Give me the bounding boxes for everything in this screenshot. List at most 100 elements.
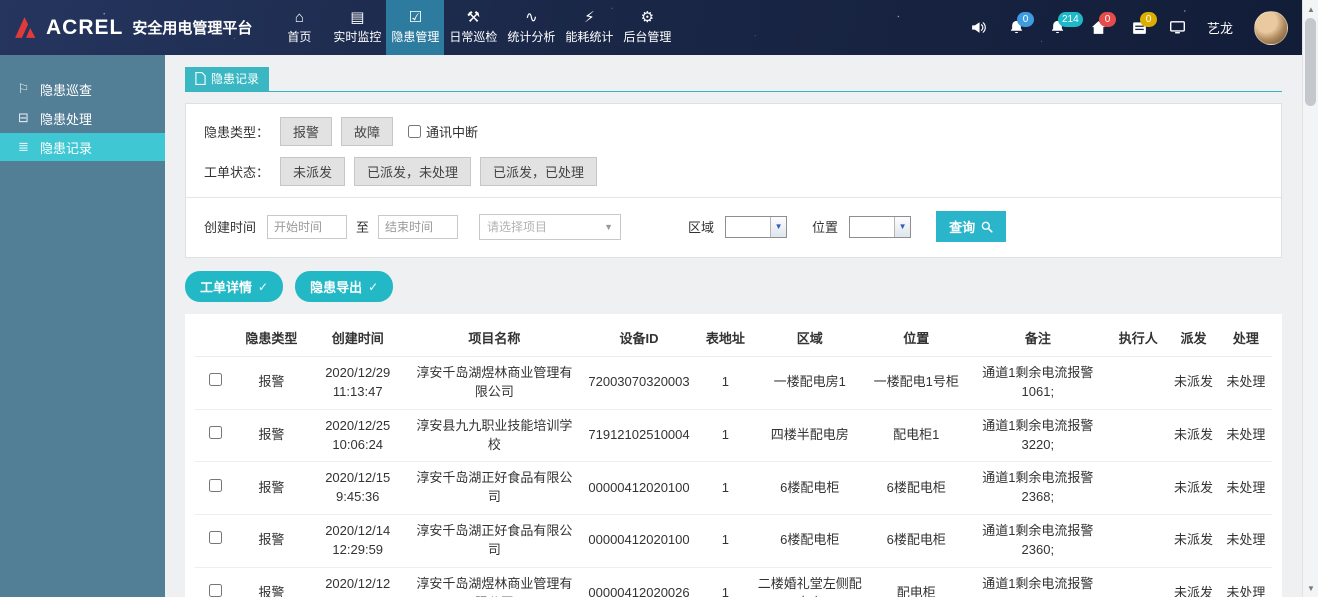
home-notification[interactable]: 0 bbox=[1090, 12, 1116, 36]
cell-position: 一楼配电1号柜 bbox=[866, 356, 967, 410]
notification-count-badge: 0 bbox=[1016, 12, 1034, 27]
nav-item-admin[interactable]: ⚙ 后台管理 bbox=[618, 0, 676, 55]
brand: ACREL 安全用电管理平台 bbox=[0, 0, 270, 55]
gear-icon: ⚙ bbox=[640, 9, 655, 26]
table-row: 报警 2020/12/29 11:13:47 淳安千岛湖煜林商业管理有限公司 72… bbox=[195, 356, 1272, 410]
nav-item-realtime[interactable]: ▤ 实时监控 bbox=[328, 0, 386, 55]
order-status-button-1[interactable]: 已派发，未处理 bbox=[354, 157, 472, 186]
project-select-placeholder: 请选择项目 bbox=[487, 220, 548, 234]
chevron-down-icon: ▼ bbox=[770, 216, 787, 237]
column-header: 派发 bbox=[1167, 318, 1220, 357]
cell-remark: 通道1剩余电流报警2368; bbox=[966, 461, 1110, 516]
row-checkbox[interactable] bbox=[208, 478, 222, 492]
hazard-export-button[interactable]: 隐患导出 ✓ bbox=[295, 271, 394, 302]
hazard-type-button-1[interactable]: 故障 bbox=[341, 117, 394, 146]
comm-interrupt-checkbox[interactable] bbox=[408, 125, 422, 138]
row-checkbox[interactable] bbox=[208, 531, 222, 545]
cell-remark: 通道1剩余电流报警1061; bbox=[966, 356, 1110, 410]
cell-hazard-type: 报警 bbox=[235, 461, 308, 516]
row-checkbox[interactable] bbox=[208, 373, 222, 387]
nav-item-hazard[interactable]: ☑ 隐患管理 bbox=[386, 0, 445, 55]
nav-item-inspection[interactable]: ⚒ 日常巡检 bbox=[444, 0, 502, 55]
order-detail-button[interactable]: 工单详情 ✓ bbox=[185, 271, 284, 302]
hazard-type-group: 报警 故障 bbox=[280, 117, 394, 146]
cell-device-id: 00000412020100 bbox=[580, 514, 698, 568]
cell-executor bbox=[1109, 356, 1168, 410]
scroll-up-arrow[interactable]: ▲ bbox=[1303, 1, 1318, 17]
row-checkbox[interactable] bbox=[208, 426, 222, 440]
cell-area: 6楼配电柜 bbox=[753, 461, 867, 516]
chevron-down-icon: ▼ bbox=[604, 221, 614, 232]
position-select[interactable]: ▼ bbox=[849, 215, 912, 238]
nav-item-energy[interactable]: ⚡ 能耗统计 bbox=[560, 0, 618, 55]
time-filter-row: 创建时间 至 请选择项目 ▼ 区域 ▼ 位置 ▼ 查询 bbox=[204, 211, 1263, 242]
top-navbar: ACREL 安全用电管理平台 ⌂ 首页 ▤ 实时监控 ☑ 隐患管理 ⚒ 日常巡检… bbox=[0, 0, 1302, 55]
nav-item-stats[interactable]: ∿ 统计分析 bbox=[502, 0, 560, 55]
notification-count-badge: 0 bbox=[1098, 12, 1116, 27]
hazard-type-button-0[interactable]: 报警 bbox=[280, 117, 333, 146]
flag-icon: ⚐ bbox=[17, 81, 30, 96]
speaker-icon[interactable] bbox=[970, 19, 987, 36]
query-button[interactable]: 查询 bbox=[936, 211, 1007, 242]
query-button-label: 查询 bbox=[949, 220, 976, 235]
column-header: 区域 bbox=[753, 318, 867, 357]
cell-position: 配电柜1 bbox=[866, 409, 967, 463]
filter-divider bbox=[186, 197, 1281, 198]
page-scrollbar[interactable]: ▲ ▼ bbox=[1302, 0, 1318, 597]
area-select[interactable]: ▼ bbox=[725, 215, 788, 238]
main-nav: ⌂ 首页 ▤ 实时监控 ☑ 隐患管理 ⚒ 日常巡检 ∿ 统计分析 ⚡ 能耗统计 … bbox=[270, 0, 676, 55]
filter-panel: 隐患类型： 报警 故障 通讯中断 工单状态： 未派发 已派发，未处理 已派发，已… bbox=[185, 103, 1282, 258]
cell-dispatch-status: 未派发 bbox=[1167, 461, 1220, 516]
sidebar-item-records[interactable]: ≣ 隐患记录 bbox=[0, 133, 165, 161]
start-time-input[interactable] bbox=[267, 214, 348, 239]
column-header: 位置 bbox=[866, 318, 967, 357]
project-select[interactable]: 请选择项目 ▼ bbox=[479, 213, 622, 240]
cell-meter-address: 1 bbox=[697, 461, 754, 516]
table-header-row: 隐患类型 创建时间 项目名称 设备ID 表地址 区域 位置 备注 执行人 派发 处理 bbox=[195, 318, 1272, 357]
cell-executor bbox=[1109, 514, 1168, 568]
cell-executor bbox=[1109, 567, 1168, 597]
nav-item-home[interactable]: ⌂ 首页 bbox=[270, 0, 328, 55]
page-root: ACREL 安全用电管理平台 ⌂ 首页 ▤ 实时监控 ☑ 隐患管理 ⚒ 日常巡检… bbox=[0, 0, 1318, 597]
cell-area: 二楼婚礼堂左侧配电房 bbox=[753, 567, 867, 597]
tab-hazard-records[interactable]: 隐患记录 bbox=[185, 67, 270, 91]
display-icon[interactable] bbox=[1169, 19, 1186, 36]
order-status-group: 未派发 已派发，未处理 已派发，已处理 bbox=[280, 157, 598, 186]
column-header: 表地址 bbox=[697, 318, 754, 357]
cell-process-status: 未处理 bbox=[1219, 514, 1272, 568]
energy-icon: ⚡ bbox=[584, 9, 595, 26]
comm-interrupt-option[interactable]: 通讯中断 bbox=[408, 122, 478, 141]
sidebar-item-patrol[interactable]: ⚐ 隐患巡查 bbox=[0, 75, 165, 103]
select-all-header bbox=[195, 318, 236, 357]
avatar[interactable] bbox=[1254, 10, 1288, 45]
cell-device-id: 71912102510004 bbox=[580, 409, 698, 463]
notification-count-badge: 214 bbox=[1057, 12, 1083, 27]
cell-dispatch-status: 未派发 bbox=[1167, 567, 1220, 597]
cell-meter-address: 1 bbox=[697, 409, 754, 463]
cell-dispatch-status: 未派发 bbox=[1167, 356, 1220, 410]
cell-remark: 通道1剩余电流报警3220; bbox=[966, 409, 1110, 463]
cell-device-id: 00000412020026 bbox=[580, 567, 698, 597]
bell-notification[interactable]: 0 bbox=[1008, 12, 1034, 36]
nav-item-label: 隐患管理 bbox=[391, 30, 440, 44]
nav-item-label: 日常巡检 bbox=[449, 30, 498, 44]
bell-notification[interactable]: 214 bbox=[1049, 12, 1083, 36]
cell-area: 6楼配电柜 bbox=[753, 514, 867, 568]
scrollbar-thumb[interactable] bbox=[1305, 18, 1316, 106]
hazard-table-panel: 隐患类型 创建时间 项目名称 设备ID 表地址 区域 位置 备注 执行人 派发 处理 报警 2020… bbox=[185, 314, 1282, 597]
row-checkbox[interactable] bbox=[208, 584, 222, 597]
calendar-notification[interactable]: 0 bbox=[1131, 12, 1157, 36]
end-time-input[interactable] bbox=[378, 214, 459, 239]
sidebar-item-handle[interactable]: ⊟ 隐患处理 bbox=[0, 104, 165, 132]
user-name[interactable]: 艺龙 bbox=[1207, 18, 1233, 37]
cell-meter-address: 1 bbox=[697, 514, 754, 568]
scroll-down-arrow[interactable]: ▼ bbox=[1303, 580, 1318, 596]
navbar-tray: 0 214 0 0 艺龙 bbox=[970, 0, 1302, 55]
order-status-button-0[interactable]: 未派发 bbox=[280, 157, 346, 186]
table-row: 报警 2020/12/129:36:57 淳安千岛湖煜林商业管理有限公司 000… bbox=[195, 567, 1272, 597]
table-body: 报警 2020/12/29 11:13:47 淳安千岛湖煜林商业管理有限公司 72… bbox=[195, 356, 1272, 597]
hazard-table: 隐患类型 创建时间 项目名称 设备ID 表地址 区域 位置 备注 执行人 派发 处理 报警 2020… bbox=[195, 318, 1272, 597]
order-status-button-2[interactable]: 已派发，已处理 bbox=[480, 157, 598, 186]
area-label: 区域 bbox=[688, 220, 715, 235]
cell-project-name: 淳安千岛湖煜林商业管理有限公司 bbox=[407, 356, 581, 410]
